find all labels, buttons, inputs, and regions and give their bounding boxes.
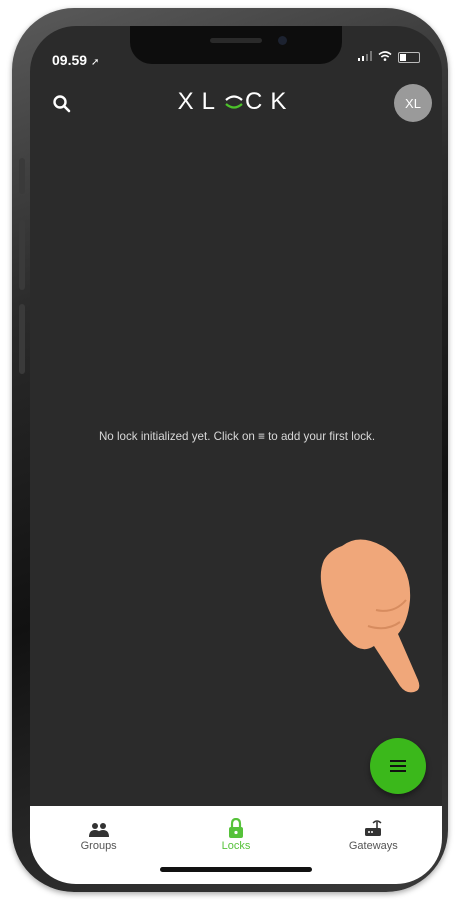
status-time-text: 09.59 bbox=[52, 52, 88, 68]
logo-text-suffix: CK bbox=[245, 88, 295, 115]
gateway-icon bbox=[318, 818, 428, 838]
menu-icon bbox=[390, 760, 406, 772]
bottom-tab-bar: Groups Locks Gateways bbox=[30, 806, 442, 884]
add-lock-menu-button[interactable] bbox=[370, 738, 426, 794]
status-time: 09.59 ➚ bbox=[52, 52, 99, 68]
tab-locks-label: Locks bbox=[221, 840, 251, 852]
logo-o-icon bbox=[223, 89, 245, 109]
home-indicator bbox=[160, 867, 312, 872]
pointing-hand-icon bbox=[320, 539, 420, 693]
logo-text-prefix: XL bbox=[177, 88, 223, 115]
signal-icon bbox=[358, 50, 372, 64]
app-logo: XL CK bbox=[30, 88, 442, 116]
app-screen: 09.59 ➚ XL CK XL No lock initialized yet.… bbox=[30, 26, 442, 884]
tab-locks[interactable]: Locks bbox=[181, 818, 291, 884]
groups-icon bbox=[44, 818, 154, 838]
tab-groups[interactable]: Groups bbox=[44, 818, 154, 884]
location-arrow-icon: ➚ bbox=[90, 57, 100, 68]
mute-switch bbox=[19, 158, 25, 194]
notch bbox=[130, 26, 342, 64]
tab-gateways-label: Gateways bbox=[348, 840, 398, 852]
empty-state-message: No lock initialized yet. Click on ≡ to a… bbox=[40, 430, 434, 443]
volume-up-button bbox=[19, 220, 25, 290]
empty-text-before: No lock initialized yet. Click on bbox=[98, 430, 259, 443]
tab-gateways[interactable]: Gateways bbox=[318, 818, 428, 884]
battery-icon bbox=[398, 51, 420, 63]
avatar-initials: XL bbox=[405, 95, 421, 111]
volume-down-button bbox=[19, 304, 25, 374]
tab-groups-label: Groups bbox=[80, 840, 117, 852]
user-avatar[interactable]: XL bbox=[394, 84, 432, 122]
status-icons bbox=[358, 50, 420, 64]
speaker bbox=[210, 38, 262, 43]
lock-icon bbox=[181, 818, 291, 838]
menu-inline-icon: ≡ bbox=[258, 430, 265, 443]
empty-text-after: to add your first lock. bbox=[264, 430, 376, 443]
front-camera bbox=[278, 36, 287, 45]
wifi-icon bbox=[378, 50, 392, 64]
